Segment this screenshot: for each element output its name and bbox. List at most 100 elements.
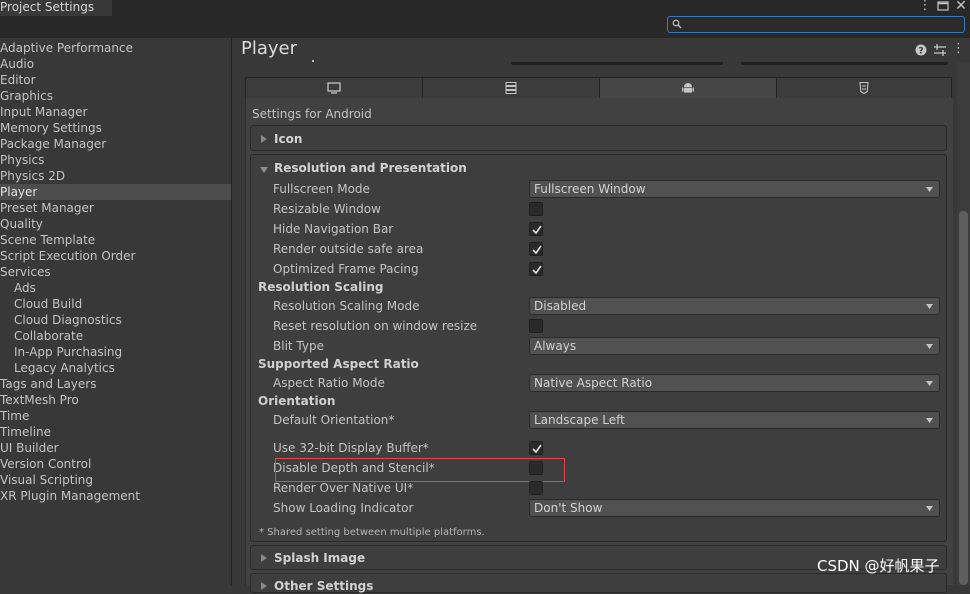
reset-resolution-label: Reset resolution on window resize [273, 319, 478, 333]
foldout-arrow-expanded-icon[interactable] [259, 163, 269, 173]
scrollbar-thumb[interactable] [959, 211, 968, 585]
sidebar-item-xr-plugin-management[interactable]: XR Plugin Management [0, 488, 231, 504]
sidebar-item-scene-template[interactable]: Scene Template [0, 232, 231, 248]
search-icon [672, 18, 684, 30]
window-menu-icon[interactable]: ⋮ [918, 0, 932, 14]
page-title: Player [241, 38, 298, 59]
foldout-arrow-collapsed-icon [260, 133, 270, 143]
blit-type-dropdown[interactable]: Always [529, 337, 940, 355]
render-over-native-checkbox[interactable] [529, 481, 543, 495]
resolution-scaling-heading: Resolution Scaling [258, 280, 384, 294]
foldout-arrow-collapsed-icon [260, 580, 270, 590]
sidebar-item-services[interactable]: Services [0, 264, 231, 280]
tab-webgl[interactable] [776, 77, 952, 99]
toolbar-field [741, 62, 948, 65]
sidebar-item-version-control[interactable]: Version Control [0, 456, 231, 472]
tab-dedicated-server[interactable] [422, 77, 600, 99]
sidebar-item-ads[interactable]: Ads [0, 280, 231, 296]
watermark: CSDN @好帆果子 [817, 557, 940, 575]
search-input[interactable] [667, 16, 965, 33]
chevron-down-icon [926, 381, 933, 386]
cursor-dot [312, 60, 314, 62]
sidebar-item-preset-manager[interactable]: Preset Manager [0, 200, 231, 216]
foldout-arrow-collapsed-icon [260, 552, 270, 562]
sidebar-item-editor[interactable]: Editor [0, 72, 231, 88]
splash-foldout-label: Splash Image [274, 551, 366, 565]
tab-android[interactable] [599, 77, 777, 99]
preset-settings-icon[interactable] [933, 44, 947, 56]
sidebar-item-adaptive-performance[interactable]: Adaptive Performance [0, 40, 231, 56]
scaling-mode-dropdown[interactable]: Disabled [529, 297, 940, 315]
window-tab[interactable]: Project Settings [0, 0, 112, 16]
default-orientation-dropdown[interactable]: Landscape Left [529, 411, 940, 429]
sidebar-item-textmesh-pro[interactable]: TextMesh Pro [0, 392, 231, 408]
icon-foldout-label: Icon [274, 132, 303, 146]
default-orientation-value: Landscape Left [534, 413, 625, 427]
sidebar-item-quality[interactable]: Quality [0, 216, 231, 232]
sidebar-item-physics-2d[interactable]: Physics 2D [0, 168, 231, 184]
sidebar-item-audio[interactable]: Audio [0, 56, 231, 72]
sidebar-item-tags-and-layers[interactable]: Tags and Layers [0, 376, 231, 392]
tab-standalone[interactable] [245, 77, 423, 99]
settings-for-label: Settings for Android [252, 107, 372, 121]
hide-nav-bar-checkbox[interactable] [529, 222, 543, 236]
show-loading-label: Show Loading Indicator [273, 501, 414, 515]
chevron-down-icon [926, 418, 933, 423]
render-outside-safe-checkbox[interactable] [529, 242, 543, 256]
sidebar-item-visual-scripting[interactable]: Visual Scripting [0, 472, 231, 488]
sidebar-item-player[interactable]: Player [0, 184, 231, 200]
sidebar-item-time[interactable]: Time [0, 408, 231, 424]
chevron-down-icon [926, 304, 933, 309]
sidebar-item-cloud-build[interactable]: Cloud Build [0, 296, 231, 312]
help-icon[interactable]: ? [915, 44, 927, 57]
sidebar-item-script-execution-order[interactable]: Script Execution Order [0, 248, 231, 264]
fullscreen-mode-dropdown[interactable]: Fullscreen Window [529, 180, 940, 198]
server-icon [505, 82, 517, 94]
fullscreen-mode-value: Fullscreen Window [534, 182, 646, 196]
display-buffer-checkbox[interactable] [529, 441, 543, 455]
render-outside-safe-label: Render outside safe area [273, 242, 424, 256]
monitor-icon [327, 82, 341, 94]
svg-text:?: ? [918, 47, 923, 57]
sidebar-item-memory-settings[interactable]: Memory Settings [0, 120, 231, 136]
chevron-down-icon [926, 344, 933, 349]
checkmark-icon [532, 225, 542, 235]
frame-pacing-label: Optimized Frame Pacing [273, 262, 419, 276]
display-buffer-label: Use 32-bit Display Buffer* [273, 441, 429, 455]
render-over-native-label: Render Over Native UI* [273, 481, 414, 495]
frame-pacing-checkbox[interactable] [529, 262, 543, 276]
sidebar-item-input-manager[interactable]: Input Manager [0, 104, 231, 120]
sidebar-item-package-manager[interactable]: Package Manager [0, 136, 231, 152]
maximize-icon[interactable] [937, 0, 949, 12]
sidebar-item-graphics[interactable]: Graphics [0, 88, 231, 104]
sidebar-item-physics[interactable]: Physics [0, 152, 231, 168]
sidebar-item-collaborate[interactable]: Collaborate [0, 328, 231, 344]
show-loading-dropdown[interactable]: Don't Show [529, 499, 940, 517]
window-tab-label: Project Settings [0, 0, 95, 14]
checkmark-icon [532, 245, 542, 255]
sidebar-item-cloud-diagnostics[interactable]: Cloud Diagnostics [0, 312, 231, 328]
aspect-ratio-mode-value: Native Aspect Ratio [534, 376, 653, 390]
blit-type-label: Blit Type [273, 339, 324, 353]
chevron-down-icon [926, 506, 933, 511]
sidebar-item-ui-builder[interactable]: UI Builder [0, 440, 231, 456]
resolution-foldout-label[interactable]: Resolution and Presentation [274, 160, 467, 176]
aspect-ratio-mode-dropdown[interactable]: Native Aspect Ratio [529, 374, 940, 392]
sidebar-item-in-app-purchasing[interactable]: In-App Purchasing [0, 344, 231, 360]
checkmark-icon [532, 444, 542, 454]
more-options-icon[interactable]: ⋮ [952, 42, 965, 58]
icon-foldout[interactable] [250, 125, 947, 151]
hide-nav-bar-label: Hide Navigation Bar [273, 222, 394, 236]
show-loading-value: Don't Show [534, 501, 603, 515]
resizable-window-label: Resizable Window [273, 202, 381, 216]
resizable-window-checkbox[interactable] [529, 202, 543, 216]
settings-sidebar: Adaptive Performance Audio Editor Graphics I… [0, 38, 231, 585]
chevron-down-icon [926, 187, 933, 192]
close-icon[interactable]: ✕ [954, 0, 968, 14]
annotation-highlight-box [275, 458, 565, 482]
sidebar-item-legacy-analytics[interactable]: Legacy Analytics [0, 360, 231, 376]
default-orientation-label: Default Orientation* [273, 413, 395, 427]
reset-resolution-checkbox[interactable] [529, 319, 543, 333]
checkmark-icon [532, 265, 542, 275]
sidebar-item-timeline[interactable]: Timeline [0, 424, 231, 440]
